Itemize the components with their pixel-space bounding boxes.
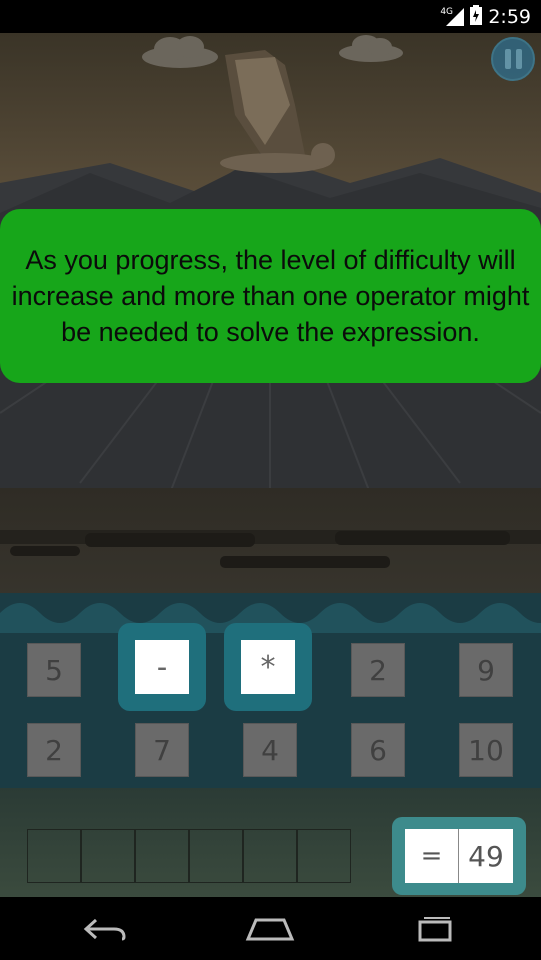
number-tile[interactable]: 5 (27, 643, 81, 697)
home-button[interactable] (240, 911, 300, 947)
tip-text: As you progress, the level of difficulty… (11, 245, 530, 347)
expression-slot[interactable] (135, 829, 189, 883)
number-tile[interactable]: 2 (27, 723, 81, 777)
answer-box: = 49 (392, 817, 526, 895)
operator-tile-multiply[interactable]: * (241, 640, 295, 694)
expression-slot[interactable] (297, 829, 351, 883)
owl-icon (220, 50, 335, 173)
pause-icon (504, 49, 511, 69)
pause-icon-bar (515, 49, 522, 69)
game-scene: As you progress, the level of difficulty… (0, 33, 541, 897)
equals-sign: = (405, 829, 459, 883)
expression-slot[interactable] (243, 829, 297, 883)
back-button[interactable] (75, 911, 135, 947)
network-type-label: 4G (440, 6, 454, 17)
number-tile[interactable]: 6 (351, 723, 405, 777)
pause-button[interactable] (491, 37, 535, 81)
expression-slot[interactable] (189, 829, 243, 883)
back-icon (83, 918, 126, 941)
number-tile[interactable]: 10 (459, 723, 513, 777)
number-tile[interactable]: 9 (459, 643, 513, 697)
operator-slot-multiply[interactable]: * (224, 623, 312, 711)
recents-icon (418, 917, 452, 942)
number-tile[interactable]: 2 (351, 643, 405, 697)
tutorial-tip[interactable]: As you progress, the level of difficulty… (0, 209, 541, 383)
number-tile[interactable]: 4 (243, 723, 297, 777)
battery-icon (470, 4, 483, 29)
status-time: 2:59 (488, 5, 531, 28)
expression-slot[interactable] (27, 829, 81, 883)
home-icon (245, 918, 295, 941)
expression-slots (27, 829, 351, 883)
cloud-icon (339, 35, 403, 62)
status-icons: 4G 2:59 (440, 4, 531, 29)
number-tile[interactable]: 7 (135, 723, 189, 777)
recents-button[interactable] (405, 911, 465, 947)
navigation-bar (0, 897, 541, 960)
operator-tile-minus[interactable]: - (135, 640, 189, 694)
signal-icon: 4G (440, 6, 465, 26)
status-bar: 4G 2:59 (0, 0, 541, 33)
operator-slot-minus[interactable]: - (118, 623, 206, 711)
expression-slot[interactable] (81, 829, 135, 883)
target-value: 49 (459, 829, 513, 883)
